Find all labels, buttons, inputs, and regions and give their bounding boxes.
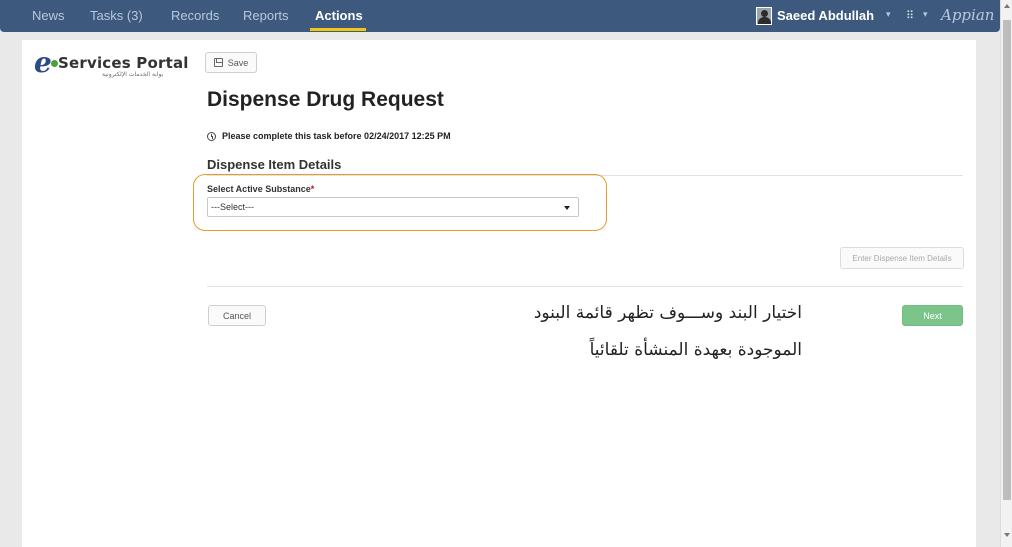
logo-dot	[51, 60, 58, 67]
arabic-annotation: اختيار البند وســـوف تظهر قائمة البنود ا…	[382, 295, 802, 369]
deadline-text: Please complete this task before 02/24/2…	[222, 131, 451, 141]
annotation-line-1: اختيار البند وســـوف تظهر قائمة البنود	[533, 303, 802, 323]
nav-item-news[interactable]: News	[32, 8, 65, 23]
logo-subtitle: بوابة الخدمات الإلكترونية	[102, 71, 164, 78]
cancel-button[interactable]: Cancel	[208, 305, 266, 326]
scrollbar-thumb[interactable]	[1003, 20, 1011, 500]
active-tab-indicator	[310, 28, 366, 31]
scroll-up-arrow-icon[interactable]	[1004, 4, 1010, 8]
nav-item-actions[interactable]: Actions	[315, 8, 363, 23]
floppy-disk-icon	[213, 58, 223, 67]
save-button-label: Save	[227, 57, 249, 68]
next-button[interactable]: Next	[902, 305, 963, 326]
task-deadline: Please complete this task before 02/24/2…	[207, 131, 451, 141]
top-nav-bar: News Tasks (3) Records Reports Actions S…	[0, 0, 1000, 32]
chevron-down-icon[interactable]: ▾	[923, 9, 928, 20]
brand-logo[interactable]: Appian	[941, 6, 994, 24]
grid-icon[interactable]: ⠿	[906, 9, 914, 22]
chevron-down-icon[interactable]: ▾	[886, 9, 891, 20]
user-avatar[interactable]	[756, 7, 772, 25]
main-page: e Services Portal بوابة الخدمات الإلكترو…	[22, 40, 976, 547]
annotation-line-2: الموجودة بعهدة المنشأة تلقائياً	[589, 340, 802, 360]
nav-item-reports[interactable]: Reports	[243, 8, 289, 23]
enter-dispense-details-button[interactable]: Enter Dispense Item Details	[840, 247, 964, 269]
logo-e-letter: e	[34, 46, 52, 79]
alarm-clock-icon	[207, 131, 216, 141]
page-title: Dispense Drug Request	[207, 88, 444, 111]
highlight-annotation	[193, 174, 607, 231]
user-menu[interactable]: Saeed Abdullah	[777, 8, 874, 23]
scroll-down-arrow-icon[interactable]	[1004, 533, 1010, 537]
actions-divider	[207, 286, 963, 287]
logo-text: Services Portal	[58, 54, 189, 72]
nav-item-records[interactable]: Records	[171, 8, 219, 23]
section-title: Dispense Item Details	[207, 157, 342, 172]
nav-item-tasks[interactable]: Tasks (3)	[90, 8, 143, 23]
vertical-scrollbar[interactable]	[1000, 0, 1012, 547]
save-button[interactable]: Save	[205, 52, 257, 73]
